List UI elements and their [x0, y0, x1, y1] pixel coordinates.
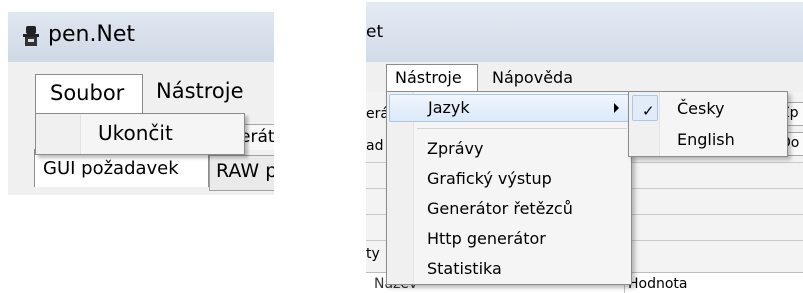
partial-label-3: ty: [366, 246, 380, 262]
menu-item-exit[interactable]: Ukončit: [98, 121, 173, 145]
nastroje-dropdown: Jazyk Zprávy Grafický výstup Generátor ř…: [386, 91, 632, 285]
menu-soubor-label: Soubor: [50, 81, 125, 105]
generator-button-label: eráto: [240, 127, 274, 147]
menu-item-graficky-vystup[interactable]: Grafický výstup: [427, 169, 552, 188]
menu-napoveda[interactable]: Nápověda: [492, 68, 573, 87]
menu-item-zpravy[interactable]: Zprávy: [427, 139, 483, 158]
menu-item-generator-retezcu[interactable]: Generátor řetězců: [427, 199, 573, 218]
window-title: pen.Net: [48, 22, 136, 47]
window-title-partial: et: [366, 22, 384, 42]
menu-item-jazyk-label: Jazyk: [428, 98, 470, 117]
submenu-arrow-icon: [614, 103, 619, 113]
menu-item-jazyk[interactable]: Jazyk: [389, 94, 629, 122]
checkmark-icon: ✓: [642, 102, 655, 120]
soubor-dropdown: Ukončit: [35, 113, 245, 155]
submenu-item-english[interactable]: English: [677, 130, 735, 149]
menu-nastroje[interactable]: Nástroje: [156, 79, 244, 103]
menu-separator: [417, 128, 627, 129]
menu-item-statistika[interactable]: Statistika: [427, 259, 502, 278]
menu-icon-gutter: [36, 114, 81, 154]
checkmark-box: ✓: [632, 95, 658, 121]
menu-item-http-generator[interactable]: Http generátor: [427, 229, 546, 248]
partial-label-2: ad: [366, 138, 384, 154]
tab-raw-request[interactable]: RAW p: [209, 155, 274, 191]
menu-soubor[interactable]: Soubor: [35, 74, 143, 114]
menu-nastroje-label: Nástroje: [395, 68, 462, 87]
right-window-crop: et Nástroje Nápověda erá ad ty Zp Do Náz…: [366, 2, 803, 293]
app-icon: [23, 26, 39, 46]
jazyk-submenu: ✓ Česky English: [628, 91, 788, 157]
submenu-item-cesky[interactable]: Česky: [677, 99, 725, 118]
title-bar: [366, 2, 803, 62]
menu-nastroje[interactable]: Nástroje: [386, 64, 478, 92]
tab-gui-label: GUI požadavek: [43, 158, 179, 179]
tab-raw-label: RAW p: [216, 160, 274, 182]
left-window-crop: pen.Net Soubor Nástroje eráto GUI požada…: [8, 12, 274, 195]
column-header-value[interactable]: Hodnota: [628, 276, 688, 292]
